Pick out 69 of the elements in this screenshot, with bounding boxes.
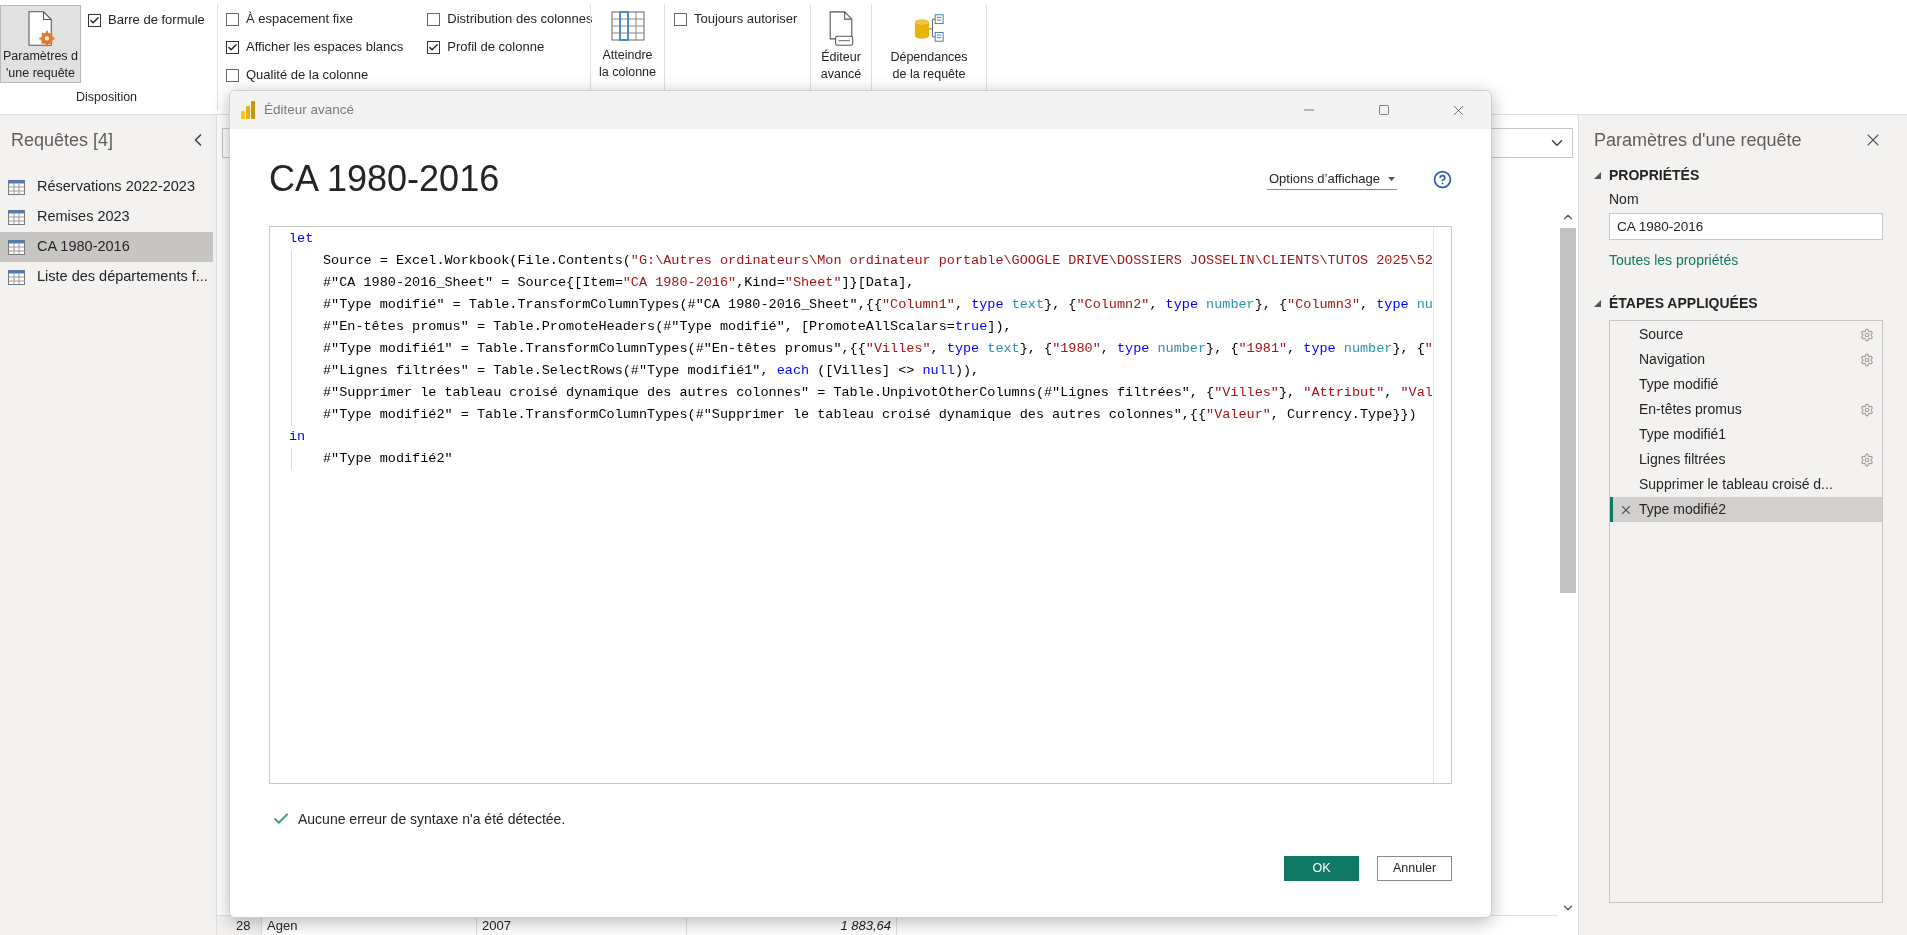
checkbox-label: Barre de formule bbox=[108, 11, 205, 30]
checkbox-label: À espacement fixe bbox=[246, 10, 353, 29]
checkbox[interactable] bbox=[674, 12, 687, 26]
code-line: let bbox=[289, 230, 315, 248]
step-item[interactable]: En-têtes promus bbox=[1610, 397, 1882, 422]
section-heading: PROPRIÉTÉS bbox=[1609, 165, 1700, 185]
code-line: #"CA 1980-2016_Sheet" = Source{[Item="CA 1980-2016",Kind="Sheet"]}[Data], bbox=[323, 274, 916, 292]
checkbox-label: Profil de colonne bbox=[447, 38, 545, 57]
grid-icon bbox=[610, 11, 645, 41]
advanced-editor-button[interactable]: Éditeur avancé bbox=[817, 5, 865, 83]
code-line: #"Type modifié1" = Table.TransformColumnTypes(#"En-têtes promus",{{"Villes", type text}, {"1980", type number}, {"1981", type number}, {" bbox=[323, 340, 1433, 358]
go-to-column-button[interactable]: Atteindre la colonne bbox=[596, 5, 659, 83]
name-field[interactable]: CA 1980-2016 bbox=[1609, 213, 1883, 240]
syntax-status: Aucune erreur de syntaxe n'a été détectée. bbox=[298, 809, 566, 829]
code-line: Source = Excel.Workbook(File.Contents("G:\Autres ordinateurs\Mon ordinateur portable\GOOGLE DRIVE\DOSSIERS JOSSELIN\CLIENTS\TUTOS 2025\52 bbox=[323, 252, 1433, 270]
query-item[interactable]: CA 1980-2016 bbox=[0, 232, 213, 262]
table-icon bbox=[8, 239, 25, 255]
checkbox-label: Afficher les espaces blancs bbox=[246, 38, 404, 57]
step-item[interactable]: Navigation bbox=[1610, 347, 1882, 372]
dependencies-button[interactable]: Dépendances de la requête bbox=[887, 5, 971, 83]
panel-title: Paramètres d'une requête bbox=[1594, 128, 1802, 152]
query-item[interactable]: Réservations 2022-2023 bbox=[0, 172, 213, 202]
query-settings-button[interactable]: Paramètres d 'une requête bbox=[0, 5, 81, 83]
query-item[interactable]: Remises 2023 bbox=[0, 202, 213, 232]
checkbox[interactable] bbox=[88, 13, 101, 27]
code-line: #"Supprimer le tableau croisé dynamique des autres colonnes" = Table.UnpivotOtherColumns(#"Lignes filtrées", {"Villes"}, "Attribut", "Val bbox=[323, 384, 1433, 402]
app-logo-icon bbox=[241, 101, 255, 119]
section-heading: ÉTAPES APPLIQUÉES bbox=[1609, 293, 1758, 313]
step-item[interactable]: Source bbox=[1610, 322, 1882, 347]
group-label: Disposition bbox=[74, 89, 139, 106]
caret-icon bbox=[1388, 176, 1395, 181]
window-title: Éditeur avancé bbox=[264, 100, 355, 119]
checkbox[interactable] bbox=[427, 40, 441, 54]
checkbox-label: Qualité de la colonne bbox=[246, 66, 369, 85]
table-icon bbox=[8, 179, 25, 195]
code-editor[interactable] bbox=[269, 226, 1452, 784]
table-icon bbox=[8, 209, 25, 225]
collapse-triangle-icon[interactable] bbox=[1594, 299, 1601, 307]
step-item[interactable]: Type modifié2 bbox=[1610, 497, 1882, 522]
collapse-triangle-icon[interactable] bbox=[1594, 171, 1601, 179]
checkbox[interactable] bbox=[226, 68, 239, 82]
dependencies-icon bbox=[912, 13, 946, 43]
checkbox[interactable] bbox=[427, 12, 441, 26]
step-item[interactable]: Lignes filtrées bbox=[1610, 447, 1882, 472]
query-item[interactable]: Liste des départements f... bbox=[0, 262, 213, 292]
checkbox-label: Toujours autoriser bbox=[694, 10, 798, 29]
field-label: Nom bbox=[1609, 190, 1640, 209]
code-line: #"Lignes filtrées" = Table.SelectRows(#"Type modifié1", each ([Villes] <> null)), bbox=[323, 362, 981, 380]
panel-title: Requêtes [4] bbox=[11, 128, 114, 152]
table-icon bbox=[8, 269, 25, 285]
query-heading: CA 1980-2016 bbox=[269, 157, 500, 201]
code-line: #"Type modifié2" bbox=[323, 450, 454, 468]
cancel-button[interactable]: Annuler bbox=[1377, 856, 1452, 881]
display-options-dropdown[interactable]: Options d’affichage bbox=[1266, 168, 1397, 190]
help-icon[interactable] bbox=[1433, 169, 1452, 189]
step-item[interactable]: Type modifié1 bbox=[1610, 422, 1882, 447]
ok-button[interactable]: OK bbox=[1284, 856, 1359, 881]
checkbox[interactable] bbox=[226, 40, 239, 54]
all-properties-link[interactable]: Toutes les propriétés bbox=[1609, 252, 1739, 268]
checkbox-label: Distribution des colonnes bbox=[447, 10, 593, 29]
checkbox[interactable] bbox=[226, 12, 239, 26]
code-line: #"En-têtes promus" = Table.PromoteHeaders(#"Type modifié", [PromoteAllScalars=true]), bbox=[323, 318, 1013, 336]
code-line: #"Type modifié2" = Table.TransformColumnTypes(#"Supprimer le tableau croisé dynamique des autres colonnes",{{"Valeur", Currency.Type}}) bbox=[323, 406, 1418, 424]
row-number: 28 bbox=[217, 916, 262, 935]
maximize-icon[interactable] bbox=[1378, 104, 1390, 116]
code-line: in bbox=[289, 428, 307, 446]
step-item[interactable]: Type modifié bbox=[1610, 372, 1882, 397]
step-item[interactable]: Supprimer le tableau croisé d... bbox=[1610, 472, 1882, 497]
code-line: #"Type modifié" = Table.TransformColumnTypes(#"CA 1980-2016_Sheet",{{"Column1", type text}, {"Column2", type number}, {"Column3", type nu bbox=[323, 296, 1433, 314]
